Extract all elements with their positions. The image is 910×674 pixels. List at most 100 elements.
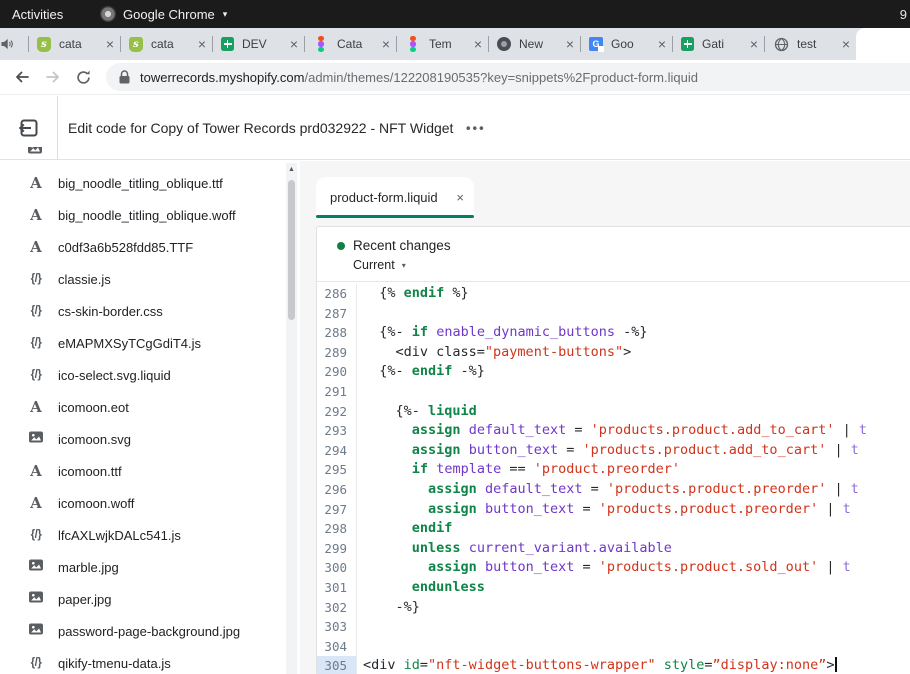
code-line[interactable]: 286 {% endif %}	[317, 284, 910, 304]
file-item[interactable]: {/}lfcAXLwjkDALc541.js	[0, 519, 300, 551]
tab-title: Goo	[611, 37, 655, 51]
code-line[interactable]: 289 <div class="payment-buttons">	[317, 343, 910, 363]
tab-close-icon[interactable]: ×	[658, 37, 666, 51]
scroll-up-arrow-icon[interactable]: ▲	[286, 166, 297, 173]
code-line[interactable]: 301 endunless	[317, 578, 910, 598]
file-item[interactable]: Abig_noodle_titling_oblique.ttf	[0, 167, 300, 199]
tab-close-icon[interactable]: ×	[474, 37, 482, 51]
code-text[interactable]	[357, 304, 363, 324]
tab-title: Cata	[337, 37, 379, 51]
tab-close-icon[interactable]: ×	[106, 37, 114, 51]
code-text[interactable]: assign default_text = 'products.product.…	[357, 421, 867, 441]
code-line[interactable]: 294 assign button_text = 'products.produ…	[317, 441, 910, 461]
code-text[interactable]: assign default_text = 'products.product.…	[357, 480, 859, 500]
code-text[interactable]: assign button_text = 'products.product.a…	[357, 441, 859, 461]
file-item[interactable]: {/}ico-select.svg.liquid	[0, 359, 300, 391]
tab-close-icon[interactable]: ×	[566, 37, 574, 51]
file-item[interactable]: paper.jpg	[0, 583, 300, 615]
file-item[interactable]: password-page-background.jpg	[0, 615, 300, 647]
code-text[interactable]	[357, 637, 363, 657]
file-item[interactable]: Ac0df3a6b528fdd85.TTF	[0, 231, 300, 263]
code-line[interactable]: 296 assign default_text = 'products.prod…	[317, 480, 910, 500]
lock-icon[interactable]	[119, 70, 130, 84]
file-item[interactable]: {/}classie.js	[0, 263, 300, 295]
code-line[interactable]: 305<div id="nft-widget-buttons-wrapper" …	[317, 656, 910, 674]
code-file-icon: {/}	[31, 337, 42, 349]
browser-tab[interactable]: DEV×	[212, 28, 304, 60]
back-button[interactable]	[13, 68, 31, 86]
browser-tab[interactable]: New×	[488, 28, 580, 60]
code-text[interactable]: assign button_text = 'products.product.s…	[357, 558, 851, 578]
file-item[interactable]: {/}cs-skin-border.css	[0, 295, 300, 327]
code-text[interactable]	[357, 382, 363, 402]
sidebar-scrollbar[interactable]: ▲	[286, 163, 297, 674]
code-line[interactable]: 297 assign button_text = 'products.produ…	[317, 500, 910, 520]
code-text[interactable]: {%- liquid	[357, 402, 477, 422]
tab-close-icon[interactable]: ×	[382, 37, 390, 51]
file-item[interactable]: icomoon.svg	[0, 423, 300, 455]
open-file-tab[interactable]: product-form.liquid ×	[316, 177, 474, 218]
tab-close-icon[interactable]: ×	[198, 37, 206, 51]
file-item[interactable]: Aicomoon.woff	[0, 487, 300, 519]
code-line[interactable]: 303	[317, 617, 910, 637]
more-actions-button[interactable]: •••	[466, 120, 486, 135]
code-text[interactable]: {% endif %}	[357, 284, 469, 304]
reload-button[interactable]	[75, 69, 92, 86]
code-text[interactable]: <div id="nft-widget-buttons-wrapper" sty…	[357, 656, 837, 674]
file-item[interactable]: {/}eMAPMXSyTCgGdiT4.js	[0, 327, 300, 359]
code-text[interactable]: endif	[357, 519, 452, 539]
tab-close-icon[interactable]: ×	[290, 37, 298, 51]
version-dropdown[interactable]: Current ▾	[353, 258, 910, 272]
code-text[interactable]: endunless	[357, 578, 485, 598]
code-line[interactable]: 299 unless current_variant.available	[317, 539, 910, 559]
code-text[interactable]: {%- if enable_dynamic_buttons -%}	[357, 323, 648, 343]
file-item[interactable]: Aicomoon.eot	[0, 391, 300, 423]
code-text[interactable]: if template == 'product.preorder'	[357, 460, 680, 480]
code-line[interactable]: 302 -%}	[317, 598, 910, 618]
code-line[interactable]: 293 assign default_text = 'products.prod…	[317, 421, 910, 441]
file-item[interactable]: Abig_noodle_titling_oblique.woff	[0, 199, 300, 231]
code-line[interactable]: 298 endif	[317, 519, 910, 539]
app-menu[interactable]: Google Chrome ▾	[100, 6, 227, 22]
code-line[interactable]: 300 assign button_text = 'products.produ…	[317, 558, 910, 578]
file-tab-label: product-form.liquid	[330, 190, 456, 205]
close-icon[interactable]: ×	[456, 190, 464, 205]
code-text[interactable]	[357, 617, 363, 637]
exit-code-editor-button[interactable]	[16, 115, 42, 141]
audio-indicator[interactable]	[0, 28, 28, 60]
tab-close-icon[interactable]: ×	[750, 37, 758, 51]
browser-tab[interactable]: test×	[764, 28, 856, 60]
code-text[interactable]: -%}	[357, 598, 420, 618]
page-title: Edit code for Copy of Tower Records prd0…	[68, 120, 453, 136]
file-item[interactable]: Aicomoon.ttf	[0, 455, 300, 487]
font-file-icon: A	[30, 464, 42, 479]
line-number: 299	[317, 539, 357, 559]
tab-close-icon[interactable]: ×	[842, 37, 850, 51]
browser-tab[interactable]: Cata×	[304, 28, 396, 60]
scrollbar-thumb[interactable]	[288, 180, 295, 320]
code-line[interactable]: 295 if template == 'product.preorder'	[317, 460, 910, 480]
file-item[interactable]: marble.jpg	[0, 551, 300, 583]
code-line[interactable]: 291	[317, 382, 910, 402]
activities-button[interactable]: Activities	[12, 7, 63, 22]
file-item[interactable]: {/}qikify-tmenu-data.js	[0, 647, 300, 674]
code-line[interactable]: 292 {%- liquid	[317, 402, 910, 422]
code-line[interactable]: 304	[317, 637, 910, 657]
browser-tab[interactable]: Tem×	[396, 28, 488, 60]
code-line[interactable]: 288 {%- if enable_dynamic_buttons -%}	[317, 323, 910, 343]
code-text[interactable]: {%- endif -%}	[357, 362, 485, 382]
code-text[interactable]: <div class="payment-buttons">	[357, 343, 631, 363]
code-text[interactable]: unless current_variant.available	[357, 539, 672, 559]
code-area[interactable]: 286 {% endif %}287288 {%- if enable_dyna…	[317, 284, 910, 674]
browser-tab[interactable]: Gati×	[672, 28, 764, 60]
code-line[interactable]: 290 {%- endif -%}	[317, 362, 910, 382]
forward-button[interactable]	[44, 68, 62, 86]
file-name: qikify-tmenu-data.js	[58, 656, 171, 671]
browser-tab[interactable]	[856, 28, 910, 60]
browser-tab[interactable]: scata×	[120, 28, 212, 60]
browser-tab[interactable]: scata×	[28, 28, 120, 60]
code-text[interactable]: assign button_text = 'products.product.p…	[357, 500, 851, 520]
address-bar[interactable]: towerrecords.myshopify.com/admin/themes/…	[106, 63, 910, 91]
browser-tab[interactable]: GGoo×	[580, 28, 672, 60]
code-line[interactable]: 287	[317, 304, 910, 324]
